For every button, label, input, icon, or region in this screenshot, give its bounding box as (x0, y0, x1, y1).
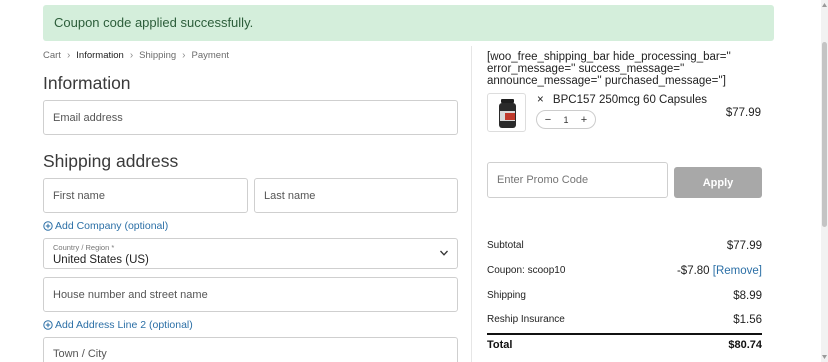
scrollbar-thumb[interactable] (822, 42, 827, 227)
promo-code-field[interactable] (487, 162, 668, 198)
country-select[interactable]: Country / Region * United States (US) (43, 238, 458, 269)
chevron-right-icon: › (66, 50, 71, 61)
column-divider (471, 46, 472, 362)
scroll-up-arrow-icon[interactable] (822, 2, 827, 8)
plus-circle-icon (43, 221, 53, 231)
product-price: $77.99 (725, 107, 761, 119)
email-input[interactable] (53, 101, 457, 134)
scroll-down-arrow-icon[interactable] (822, 354, 827, 360)
information-heading: Information (43, 73, 131, 93)
city-field[interactable] (43, 337, 458, 362)
reship-insurance-row: Reship Insurance $1.56 (487, 314, 762, 326)
quantity-decrease-button[interactable]: − (542, 114, 554, 126)
product-name: BPC157 250mcg 60 Capsules (552, 94, 707, 106)
shipping-label: Shipping (487, 290, 526, 301)
total-divider (487, 333, 762, 335)
coupon-success-notice: Coupon code applied successfully. (43, 5, 774, 41)
street-address-input[interactable] (53, 278, 457, 311)
plus-circle-icon (43, 320, 53, 330)
country-label: Country / Region * (53, 243, 115, 252)
breadcrumb-shipping: Shipping (139, 50, 177, 61)
coupon-amount: -$7.80 [Remove] (677, 265, 762, 277)
quantity-multiplier: × (537, 94, 544, 106)
promo-code-input[interactable] (497, 174, 667, 186)
chevron-right-icon: › (129, 50, 134, 61)
add-address-line2-link[interactable]: Add Address Line 2 (optional) (43, 319, 193, 331)
breadcrumb: Cart › Information › Shipping › Payment (43, 50, 229, 61)
remove-coupon-link[interactable]: [Remove] (713, 265, 762, 277)
street-address-field[interactable] (43, 277, 458, 312)
last-name-field[interactable] (254, 178, 458, 213)
apply-promo-button[interactable]: Apply (674, 167, 762, 198)
add-address-line2-label: Add Address Line 2 (optional) (55, 319, 193, 331)
country-value: United States (US) (53, 254, 149, 266)
total-label: Total (487, 339, 513, 351)
shipping-address-heading: Shipping address (43, 151, 179, 171)
reship-insurance-value: $1.56 (733, 314, 762, 326)
quantity-increase-button[interactable]: + (578, 114, 590, 126)
chevron-down-icon (440, 250, 448, 256)
total-row: Total $80.74 (487, 339, 762, 351)
coupon-value: -$7.80 (676, 265, 710, 277)
subtotal-value: $77.99 (726, 240, 762, 252)
first-name-input[interactable] (53, 179, 247, 212)
page-scrollbar[interactable] (821, 0, 828, 362)
coupon-label: Coupon: scoop10 (487, 265, 566, 276)
first-name-field[interactable] (43, 178, 248, 213)
add-company-link[interactable]: Add Company (optional) (43, 220, 168, 232)
add-company-label: Add Company (optional) (55, 220, 169, 232)
last-name-input[interactable] (264, 179, 457, 212)
chevron-right-icon: › (182, 50, 186, 61)
shortcode-text: [woo_free_shipping_bar hide_processing_b… (487, 51, 731, 87)
shipping-value: $8.99 (733, 290, 762, 302)
supplement-bottle-icon (499, 99, 516, 128)
notice-text: Coupon code applied successfully. (54, 15, 254, 30)
total-value: $80.74 (728, 339, 762, 351)
subtotal-label: Subtotal (487, 240, 524, 251)
city-input[interactable] (53, 348, 457, 360)
reship-insurance-label: Reship Insurance (487, 314, 565, 325)
product-image (487, 93, 526, 132)
product-title: × BPC157 250mcg 60 Capsules (537, 94, 707, 106)
breadcrumb-payment: Payment (191, 50, 230, 61)
breadcrumb-information: Information (76, 50, 124, 61)
shipping-row: Shipping $8.99 (487, 290, 762, 302)
quantity-value: 1 (563, 114, 569, 125)
quantity-stepper: − 1 + (536, 110, 596, 129)
email-field[interactable] (43, 100, 458, 135)
breadcrumb-cart[interactable]: Cart (43, 50, 61, 61)
subtotal-row: Subtotal $77.99 (487, 240, 762, 252)
coupon-row: Coupon: scoop10 -$7.80 [Remove] (487, 265, 762, 277)
